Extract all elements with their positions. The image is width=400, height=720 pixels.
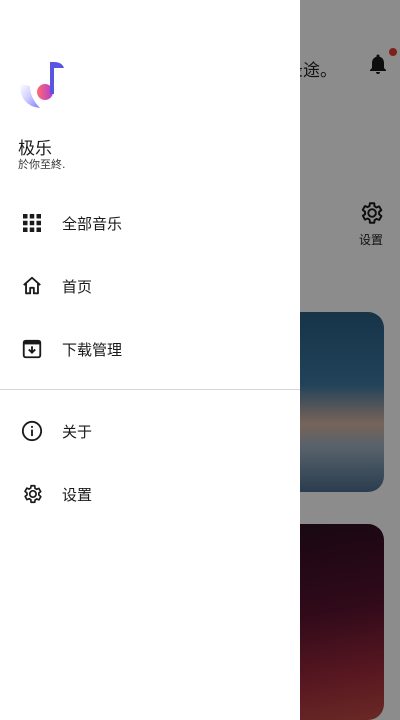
menu-item-label: 下载管理 (62, 340, 123, 359)
menu-item-label: 设置 (62, 485, 93, 504)
navigation-drawer: 极乐 於你至終. 全部音乐 首页 下载管理 关于 设置 (0, 0, 300, 720)
info-icon (20, 419, 44, 443)
home-icon (20, 274, 44, 298)
menu-item-settings[interactable]: 设置 (0, 466, 300, 522)
menu-item-about[interactable]: 关于 (0, 403, 300, 459)
app-slogan: 於你至終. (18, 158, 66, 171)
menu-divider (0, 389, 300, 390)
menu-item-all-music[interactable]: 全部音乐 (0, 195, 300, 251)
menu-item-download-manager[interactable]: 下载管理 (0, 321, 300, 377)
menu-item-label: 关于 (62, 422, 93, 441)
grid-icon (20, 211, 44, 235)
menu-item-label: 全部音乐 (62, 214, 123, 233)
menu-item-label: 首页 (62, 277, 93, 296)
gear-icon (20, 482, 44, 506)
menu-item-home[interactable]: 首页 (0, 258, 300, 314)
download-box-icon (20, 337, 44, 361)
app-logo (20, 62, 64, 108)
